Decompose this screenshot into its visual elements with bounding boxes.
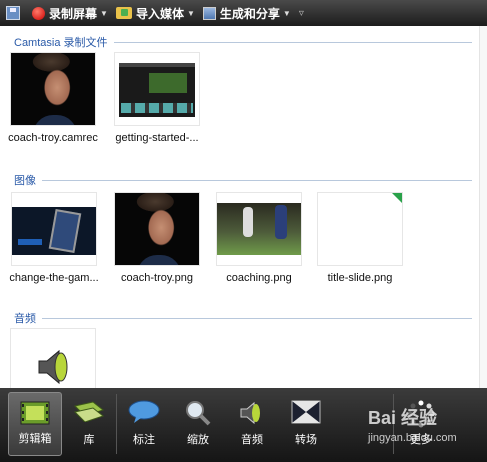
tab-label: 音频: [241, 434, 263, 446]
produce-share-button[interactable]: 生成和分享 ▼: [202, 5, 291, 22]
chevron-down-icon: ▼: [100, 8, 108, 18]
thumbnail: [10, 52, 96, 126]
save-icon[interactable]: [6, 6, 20, 20]
media-tile[interactable]: coach-troy.camrec: [7, 52, 99, 144]
divider: [42, 317, 472, 319]
clip-bin-panel: Camtasia 录制文件 coach-troy.camrec getting-…: [0, 26, 487, 402]
tab-callouts[interactable]: 标注: [117, 392, 171, 456]
section-title: 音频: [14, 313, 36, 325]
thumbnail: [11, 192, 97, 266]
media-tile[interactable]: title-slide.png: [314, 192, 406, 284]
produce-share-label: 生成和分享: [219, 6, 280, 21]
thumbnail: [317, 192, 403, 266]
media-tile[interactable]: coach-troy.png: [111, 192, 203, 284]
section-header-recordings: Camtasia 录制文件: [14, 34, 472, 50]
media-caption: coaching.png: [226, 272, 292, 284]
media-tile[interactable]: coaching.png: [213, 192, 305, 284]
toolbar-overflow-button[interactable]: ▿: [299, 8, 304, 19]
divider: [113, 41, 472, 43]
tab-label: 剪辑箱: [18, 433, 52, 445]
media-tile[interactable]: getting-started-...: [111, 52, 203, 144]
media-caption: coach-troy.camrec: [8, 132, 98, 144]
tab-audio[interactable]: 音频: [225, 392, 279, 456]
watermark: Bai 经验 jingyan.baidu.com: [368, 404, 457, 444]
section-title: Camtasia 录制文件: [14, 37, 108, 49]
import-media-button[interactable]: 导入媒体 ▼: [115, 5, 195, 22]
tab-transitions[interactable]: 转场: [279, 392, 333, 456]
media-caption: change-the-gam...: [9, 272, 99, 284]
section-header-audio: 音频: [14, 310, 472, 326]
media-caption: coach-troy.png: [121, 272, 193, 284]
section-header-images: 图像: [14, 172, 472, 188]
thumbnail: [216, 192, 302, 266]
import-media-label: 导入媒体: [135, 6, 184, 21]
thumbnail: [114, 192, 200, 266]
zoom-icon: [186, 401, 211, 426]
thumbnail: [114, 52, 200, 126]
transition-icon: [291, 400, 321, 424]
chevron-down-icon: ▼: [282, 8, 291, 18]
media-caption: getting-started-...: [115, 132, 199, 144]
tab-label: 库: [83, 434, 95, 446]
chevron-down-icon: ▼: [186, 8, 195, 18]
divider: [42, 179, 472, 181]
tab-zoom[interactable]: 缩放: [171, 392, 225, 456]
main-toolbar: 录制屏幕 ▼ 导入媒体 ▼ 生成和分享 ▼ ▿: [0, 0, 487, 26]
tab-label: 转场: [295, 434, 317, 446]
speaker-icon: [240, 401, 260, 425]
callout-icon: [128, 400, 160, 423]
speaker-icon: [38, 349, 68, 385]
watermark-brand: Bai 经验: [368, 408, 438, 428]
film-clip-icon: [20, 401, 50, 425]
section-title: 图像: [14, 175, 36, 187]
share-icon: [202, 6, 216, 20]
watermark-site: jingyan.baidu.com: [368, 432, 457, 444]
tab-label: 标注: [133, 434, 155, 446]
media-caption: title-slide.png: [327, 272, 393, 284]
tab-library[interactable]: 库: [62, 392, 116, 456]
media-tile[interactable]: change-the-gam...: [8, 192, 100, 284]
library-icon: [74, 401, 105, 422]
record-screen-button[interactable]: 录制屏幕 ▼: [32, 5, 108, 22]
record-screen-label: 录制屏幕: [49, 6, 98, 21]
record-icon: [32, 6, 45, 20]
scrollbar[interactable]: [479, 26, 487, 388]
tab-label: 缩放: [187, 434, 209, 446]
tab-clip-bin[interactable]: 剪辑箱: [8, 392, 62, 456]
import-folder-icon: [115, 7, 132, 19]
